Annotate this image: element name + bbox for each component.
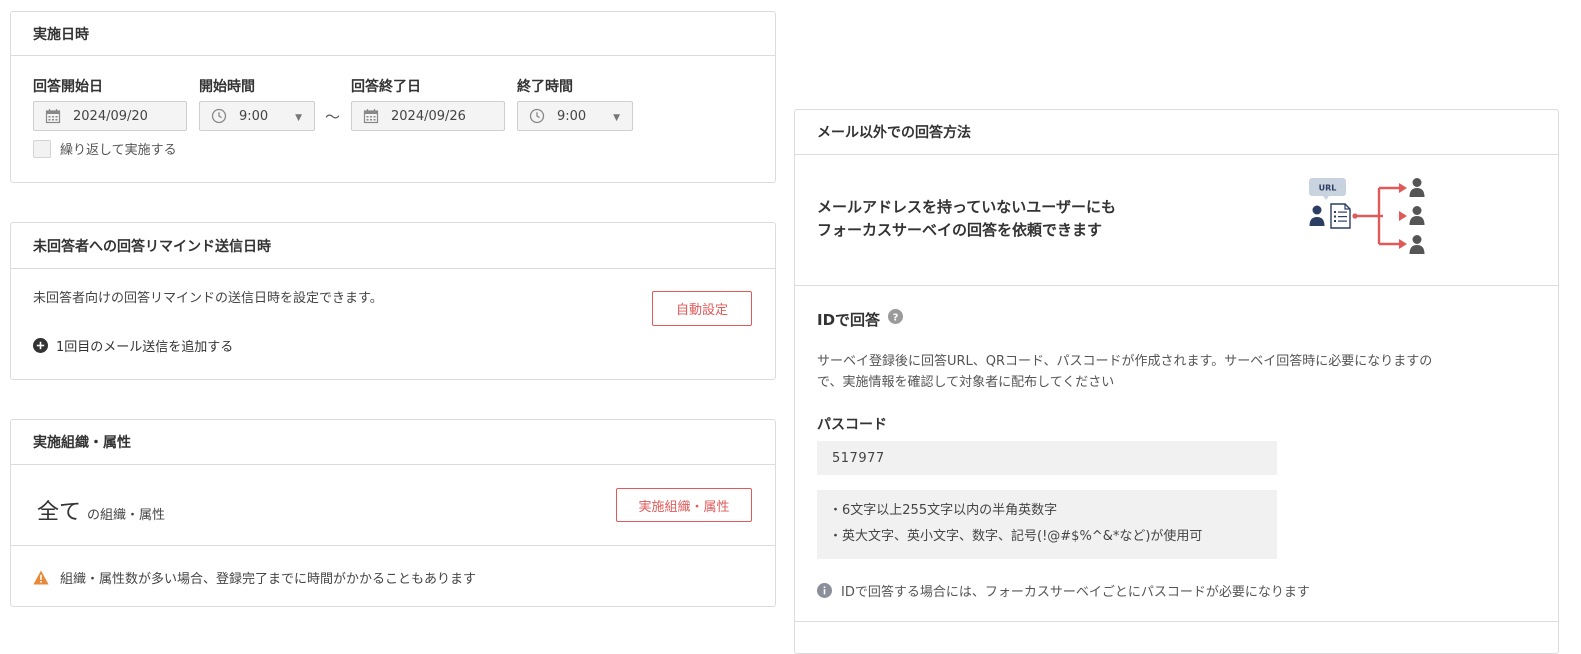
end-date-label: 回答終了日: [351, 79, 421, 95]
id-answer-description: サーベイ登録後に回答URL、QRコード、パスコードが作成されます。サーベイ回答時…: [817, 351, 1432, 393]
passcode-info-text: IDで回答する場合には、フォーカスサーベイごとにパスコードが必要になります: [841, 585, 1310, 600]
add-reminder-link[interactable]: 1回目のメール送信を追加する: [33, 336, 233, 355]
start-date-input[interactable]: 2024/09/20: [33, 101, 187, 131]
org-scope-suffix: の組織・属性: [87, 508, 166, 523]
id-desc-line-2: で、実施情報を確認して対象者に配布してください: [817, 375, 1115, 390]
non-email-divider: [795, 285, 1558, 286]
plus-circle-icon: [33, 338, 48, 353]
start-time-select[interactable]: 9:00 ▼: [199, 101, 315, 131]
start-date-label: 回答開始日: [33, 79, 103, 95]
range-tilde: 〜: [325, 108, 341, 126]
org-scope-all: 全て: [37, 500, 82, 525]
url-tag-text: URL: [1319, 184, 1337, 193]
repeat-option[interactable]: 繰り返して実施する: [33, 139, 177, 158]
org-divider: [11, 545, 775, 546]
repeat-checkbox[interactable]: [33, 139, 51, 158]
org-warning: 組織・属性数が多い場合、登録完了までに時間がかかることもあります: [33, 568, 476, 587]
auto-setting-button[interactable]: 自動設定: [652, 291, 752, 326]
repeat-label: 繰り返して実施する: [60, 143, 177, 158]
reminder-card-title: 未回答者への回答リマインド送信日時: [11, 223, 775, 269]
id-desc-line-1: サーベイ登録後に回答URL、QRコード、パスコードが作成されます。サーベイ回答時…: [817, 354, 1433, 369]
calendar-icon: [363, 108, 379, 124]
passcode-info: IDで回答する場合には、フォーカスサーベイごとにパスコードが必要になります: [817, 581, 1310, 600]
org-scope: 全て の組織・属性: [37, 494, 165, 526]
end-date-input[interactable]: 2024/09/26: [351, 101, 505, 131]
non-email-bottom-divider: [795, 621, 1558, 622]
org-attribute-button[interactable]: 実施組織・属性: [616, 488, 752, 522]
reminder-card: 未回答者への回答リマインド送信日時 未回答者向けの回答リマインドの送信日時を設定…: [10, 222, 776, 380]
non-email-headline: メールアドレスを持っていないユーザーにも フォーカスサーベイの回答を依頼できます: [817, 196, 1116, 242]
reminder-description: 未回答者向けの回答リマインドの送信日時を設定できます。: [33, 291, 383, 306]
start-time-value: 9:00: [239, 108, 269, 124]
chevron-down-icon: ▼: [613, 113, 620, 123]
end-time-label: 終了時間: [517, 79, 573, 95]
passcode-value: 517977: [832, 450, 885, 466]
end-date-value: 2024/09/26: [391, 108, 466, 124]
calendar-icon: [45, 108, 61, 124]
add-reminder-label: 1回目のメール送信を追加する: [56, 340, 234, 355]
headline-line-1: メールアドレスを持っていないユーザーにも: [817, 198, 1116, 216]
non-email-card-title: メール以外での回答方法: [795, 110, 1558, 155]
headline-line-2: フォーカスサーベイの回答を依頼できます: [817, 221, 1103, 239]
clock-icon: [211, 108, 227, 124]
passcode-rule-1: ・6文字以上255文字以内の半角英数字: [829, 503, 1058, 518]
chevron-down-icon: ▼: [295, 113, 302, 123]
clock-icon: [529, 108, 545, 124]
url-share-illustration: URL: [1309, 178, 1425, 254]
id-answer-heading: IDで回答 ?: [817, 309, 904, 330]
passcode-rule-2: ・英大文字、英小文字、数字、記号(!@#$%^&*など)が使用可: [829, 529, 1203, 544]
svg-text:?: ?: [893, 312, 899, 323]
warning-icon: [33, 570, 49, 585]
help-icon[interactable]: ?: [888, 309, 904, 324]
end-time-select[interactable]: 9:00 ▼: [517, 101, 633, 131]
non-email-card: メール以外での回答方法 メールアドレスを持っていないユーザーにも フォーカスサー…: [794, 109, 1559, 654]
end-time-value: 9:00: [557, 108, 587, 124]
passcode-rules: ・6文字以上255文字以内の半角英数字 ・英大文字、英小文字、数字、記号(!@#…: [817, 490, 1277, 559]
start-time-label: 開始時間: [199, 79, 255, 95]
distribution-illustration: URL: [1307, 178, 1429, 258]
id-answer-title: IDで回答: [817, 311, 881, 329]
org-warning-text: 組織・属性数が多い場合、登録完了までに時間がかかることもあります: [60, 572, 477, 587]
passcode-label: パスコード: [817, 417, 887, 433]
info-icon: [817, 583, 832, 598]
start-date-value: 2024/09/20: [73, 108, 148, 124]
org-card: 実施組織・属性 全て の組織・属性 実施組織・属性 組織・属性数が多い場合、登録…: [10, 419, 776, 607]
schedule-card: 実施日時 回答開始日 開始時間 回答終了日 終了時間 2024/09/20 9:…: [10, 11, 776, 183]
schedule-card-title: 実施日時: [11, 12, 775, 56]
org-card-title: 実施組織・属性: [11, 420, 775, 465]
passcode-field[interactable]: 517977: [817, 441, 1277, 475]
